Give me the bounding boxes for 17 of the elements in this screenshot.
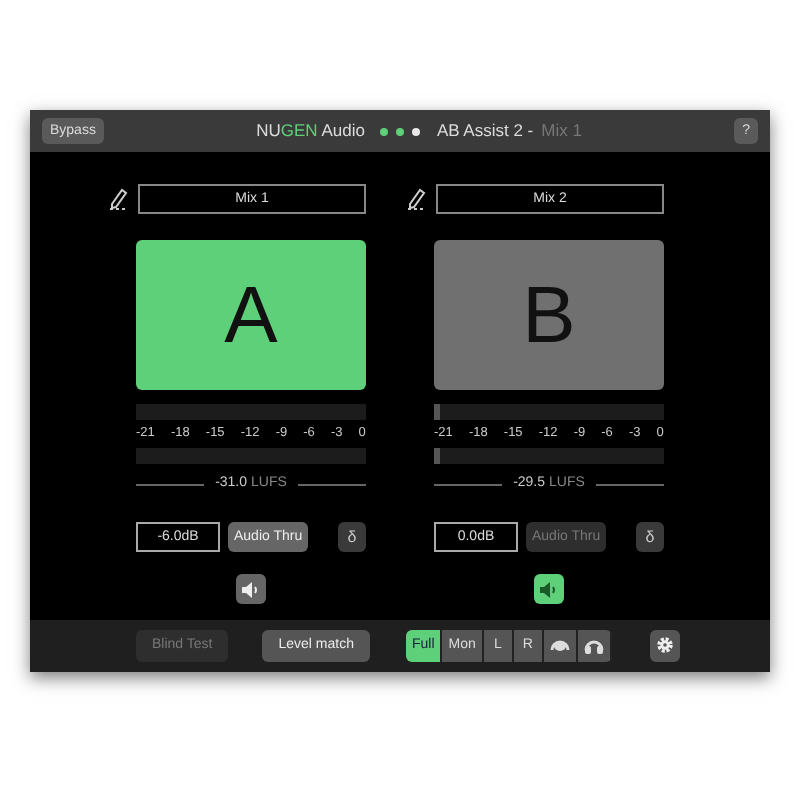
delta-button[interactable]: δ <box>636 522 664 553</box>
settings-button[interactable] <box>649 630 680 662</box>
channel-pad[interactable]: B <box>434 240 664 390</box>
speaker-icon <box>539 581 557 598</box>
mode-button[interactable] <box>577 630 612 662</box>
brand-logo: NUGEN Audio <box>256 118 365 144</box>
mix-name: Mix 1 <box>541 118 582 144</box>
mode-button[interactable] <box>543 630 578 662</box>
speaker-button[interactable] <box>533 574 563 605</box>
channel-pad[interactable]: A <box>136 240 366 390</box>
pencil-icon[interactable] <box>110 188 128 210</box>
delta-button[interactable]: δ <box>338 522 366 553</box>
product-name: AB Assist 2 - <box>436 118 534 144</box>
pencil-icon[interactable] <box>408 188 426 210</box>
settings-icon <box>655 635 674 654</box>
speaker-icon <box>241 581 259 598</box>
speaker-button[interactable] <box>235 574 265 605</box>
